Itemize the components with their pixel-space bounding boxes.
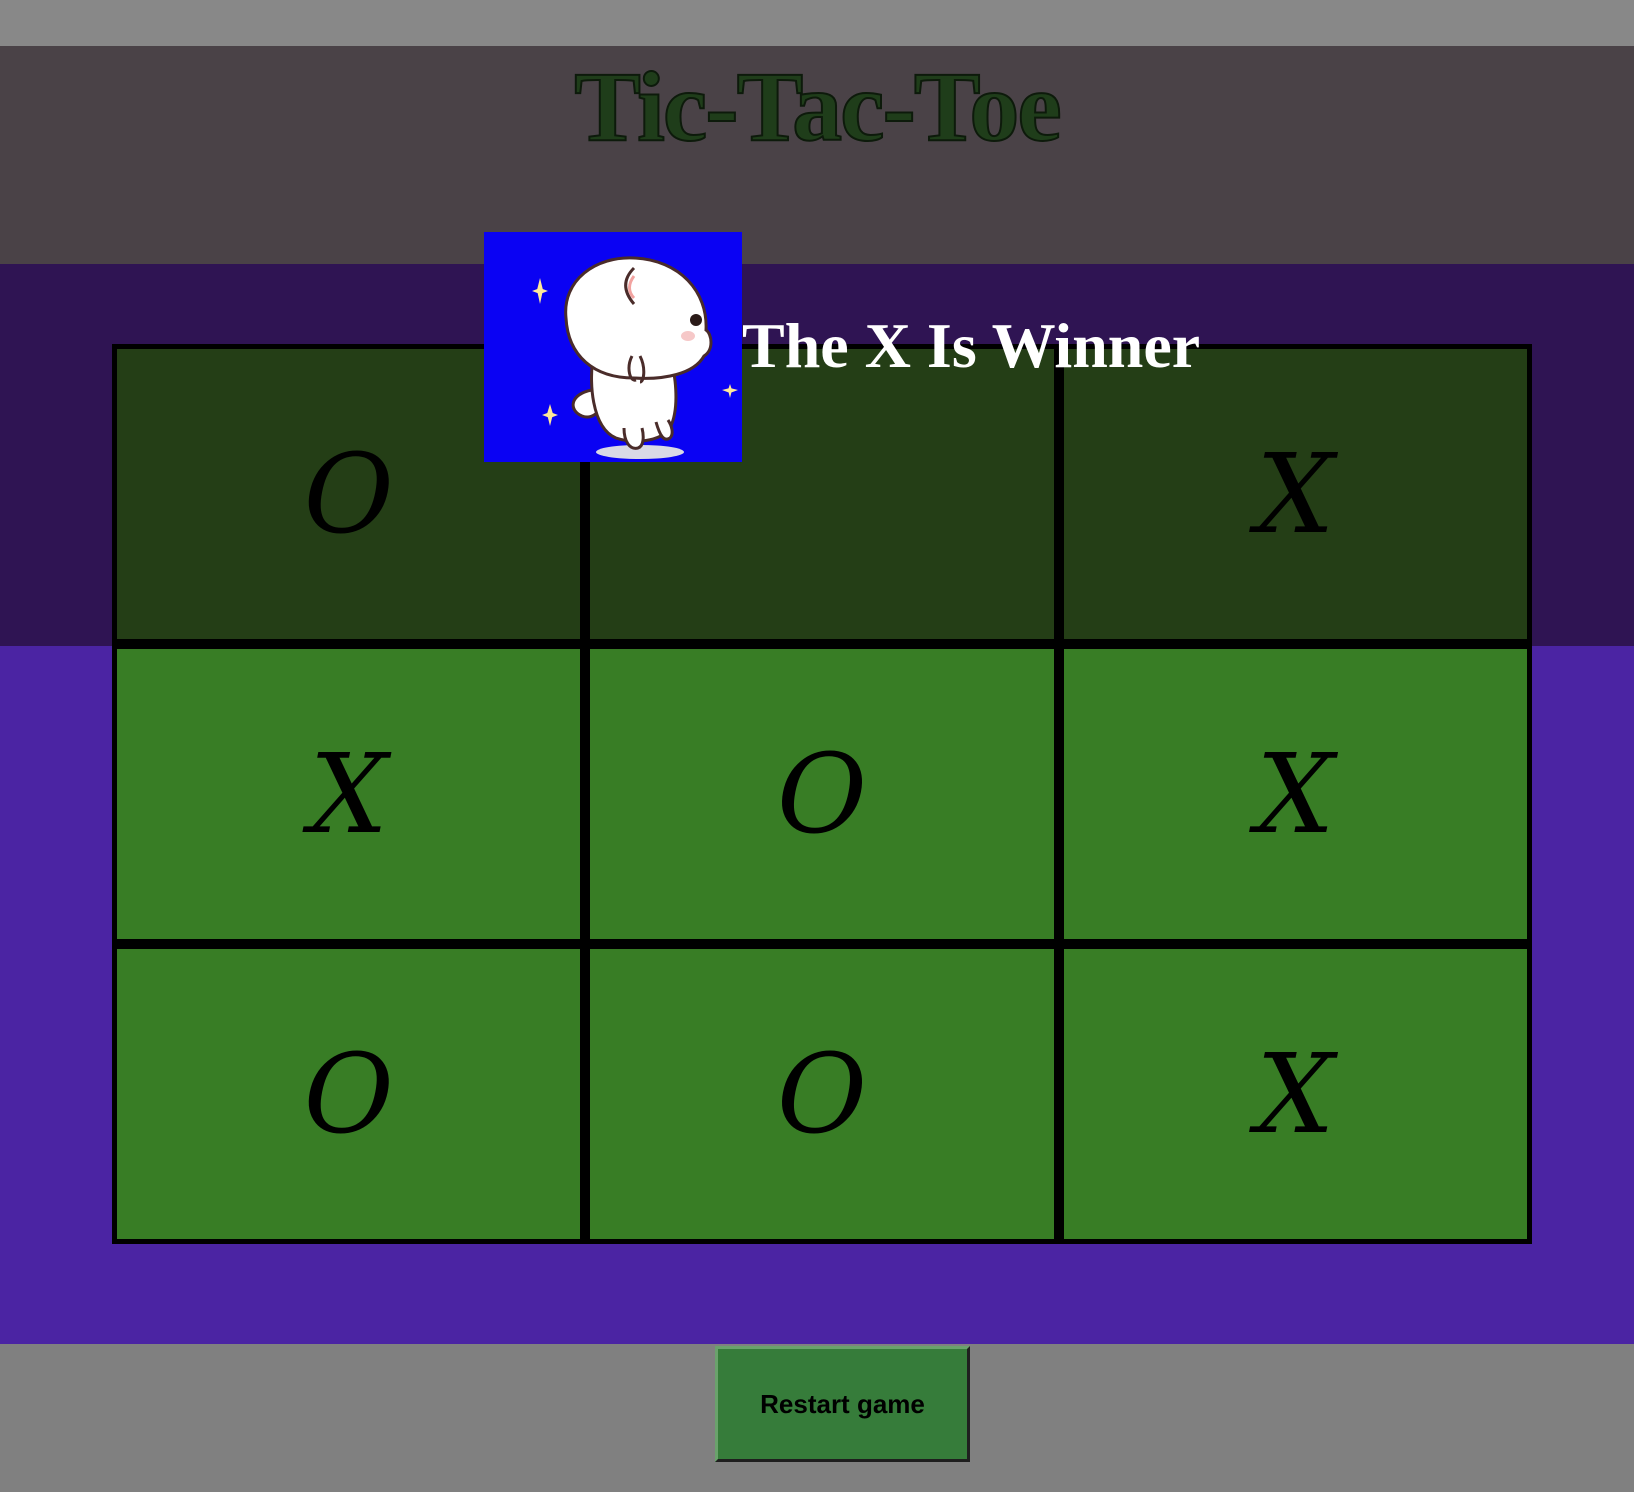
board-cell-6[interactable]: X bbox=[1063, 649, 1527, 939]
winner-message: The X Is Winner bbox=[742, 310, 1201, 381]
top-strip bbox=[0, 0, 1634, 46]
board-cell-7[interactable]: O bbox=[117, 949, 581, 1239]
page-title: Tic-Tac-Toe bbox=[573, 51, 1062, 163]
cat-illustration bbox=[532, 256, 738, 459]
winner-cat-image bbox=[484, 232, 742, 462]
board-cell-9[interactable]: X bbox=[1063, 949, 1527, 1239]
board-cell-3[interactable]: X bbox=[1063, 349, 1527, 639]
board-cell-5[interactable]: O bbox=[590, 649, 1054, 939]
game-board: O X X O X O O X bbox=[112, 344, 1532, 1244]
board-cell-8[interactable]: O bbox=[590, 949, 1054, 1239]
board-cell-4[interactable]: X bbox=[117, 649, 581, 939]
restart-game-button[interactable]: Restart game bbox=[715, 1346, 970, 1462]
